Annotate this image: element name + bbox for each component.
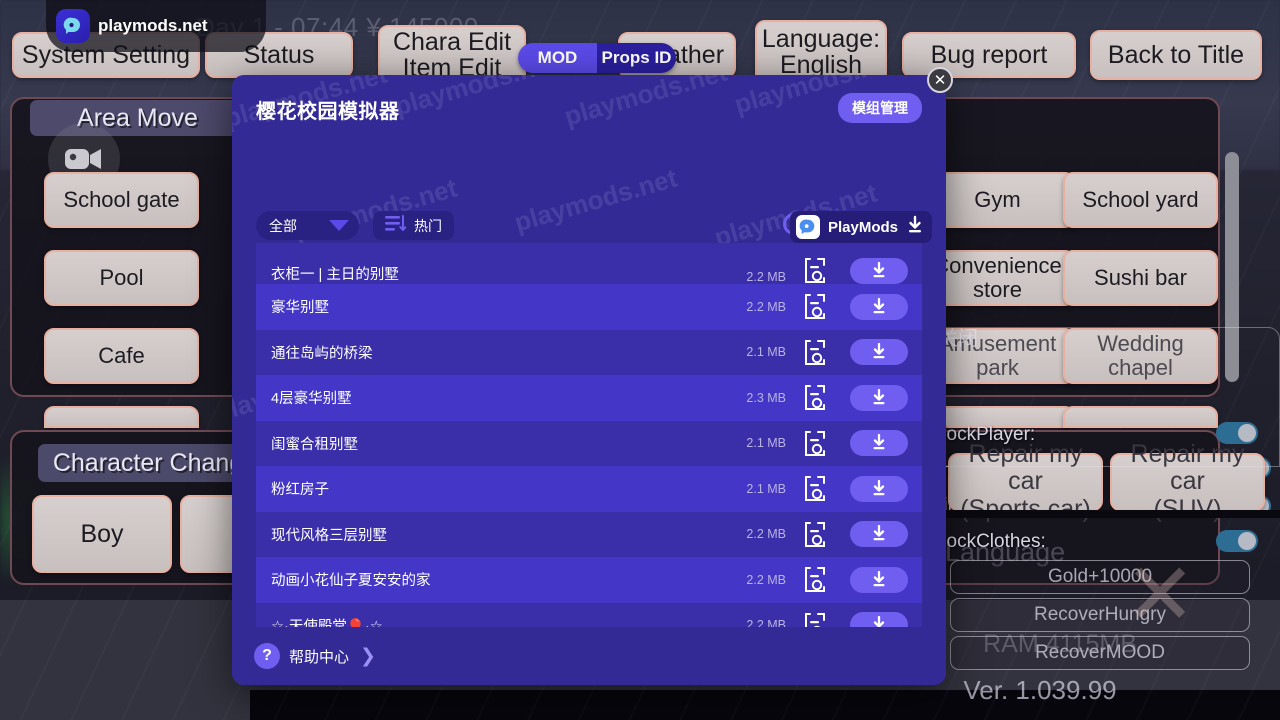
- chevron-right-icon: ❯: [360, 645, 376, 667]
- area-button-sushi-bar-label: Sushi bar: [1094, 265, 1187, 291]
- mod-size: 2.1 MB: [746, 481, 786, 496]
- screen-root: Day 1 - 07:44 ¥ 145000 System Setting St…: [0, 0, 1280, 720]
- character-button-boy[interactable]: Boy: [32, 495, 172, 573]
- button-language-label: Language: English: [761, 24, 881, 79]
- mod-list-row[interactable]: 通往岛屿的桥梁 2.1 MB: [256, 329, 922, 375]
- ground-strip-dark: [250, 690, 1280, 720]
- mod-detail-icon[interactable]: [804, 566, 828, 593]
- character-button-boy-label: Boy: [80, 519, 124, 548]
- tab-mod[interactable]: MOD: [518, 43, 597, 73]
- mod-detail-icon[interactable]: [804, 521, 828, 548]
- playmods-badge-label: PlayMods: [827, 218, 898, 236]
- mod-title: 豪华别墅: [271, 300, 329, 317]
- mod-download-button[interactable]: [850, 293, 908, 320]
- mod-size: 2.1 MB: [746, 345, 786, 360]
- mod-title: 现代风格三层别墅: [271, 527, 387, 544]
- close-modal-button[interactable]: ✕: [927, 67, 953, 93]
- playmods-badge-icon: [795, 215, 820, 239]
- chevron-down-icon: [329, 220, 349, 231]
- close-x-decoration: ✕: [1123, 547, 1197, 643]
- mod-download-button[interactable]: [850, 384, 908, 411]
- playmods-watermark-text: playmods.net: [98, 16, 208, 35]
- area-button-school-yard-label: School yard: [1082, 187, 1199, 213]
- category-dropdown[interactable]: 全部: [256, 211, 359, 240]
- filter-row: 全部 热门: [256, 211, 454, 240]
- cheat-button-gold[interactable]: Gold+10000: [950, 560, 1250, 594]
- ram-label: RAM 4115MB: [983, 630, 1137, 658]
- area-button-school-yard[interactable]: School yard: [1063, 172, 1218, 228]
- mod-title: 通往岛屿的桥梁: [271, 345, 373, 362]
- area-button-cafe-label: Cafe: [98, 343, 145, 369]
- mod-list[interactable]: 衣柜一 | 主日的别墅 2.2 MB 豪华别墅 2.2 MB 通往岛屿的桥梁 2.1 MB…: [256, 243, 922, 685]
- mod-list-row[interactable]: 粉红房子 2.1 MB: [256, 466, 922, 512]
- mod-detail-icon[interactable]: [804, 430, 828, 457]
- modal-title: 樱花校园模拟器: [256, 101, 400, 123]
- button-back-to-title-label: Back to Title: [1107, 40, 1245, 69]
- cheat-button-recover-hungry[interactable]: RecoverHungry: [950, 598, 1250, 632]
- mod-download-button[interactable]: [850, 258, 908, 284]
- tab-props-id[interactable]: Props ID: [597, 43, 676, 73]
- area-button-gym-label: Gym: [974, 187, 1021, 213]
- mod-title: 闺蜜合租别墅: [271, 436, 358, 453]
- help-icon: ?: [254, 643, 280, 669]
- mod-download-button[interactable]: [850, 521, 908, 548]
- mod-download-button[interactable]: [850, 430, 908, 457]
- mod-detail-icon[interactable]: [804, 339, 828, 366]
- mod-list-row[interactable]: 动画小花仙子夏安安的家 2.2 MB: [256, 557, 922, 603]
- area-button-pool[interactable]: Pool: [44, 250, 199, 306]
- area-button-cafe[interactable]: Cafe: [44, 328, 199, 384]
- toggle-unlockclothes[interactable]: [1216, 530, 1258, 552]
- modal-footer: ? 帮助中心 ❯: [232, 627, 946, 685]
- mod-title: 衣柜一 | 主日的别墅: [271, 267, 399, 283]
- mod-title: 4层豪华别墅: [271, 391, 352, 408]
- mod-size: 2.2 MB: [746, 270, 786, 284]
- mod-detail-icon[interactable]: [804, 475, 828, 502]
- sort-button-label: 热门: [414, 217, 442, 234]
- playmods-download-badge[interactable]: PlayMods: [789, 211, 932, 243]
- mod-list-row[interactable]: 闺蜜合租别墅 2.1 MB: [256, 420, 922, 466]
- playmods-watermark: playmods.net: [46, 0, 266, 52]
- category-dropdown-value: 全部: [269, 217, 297, 234]
- button-bug-report-label: Bug report: [930, 40, 1048, 69]
- sort-button[interactable]: 热门: [373, 211, 454, 240]
- button-chara-item-edit-label: Chara Edit Item Edit: [392, 27, 512, 82]
- button-back-to-title[interactable]: Back to Title: [1090, 30, 1262, 80]
- mod-title: 动画小花仙子夏安安的家: [271, 573, 431, 590]
- mod-download-button[interactable]: [850, 339, 908, 366]
- mod-title: 粉红房子: [271, 482, 329, 499]
- mod-list-row[interactable]: 豪华别墅 2.2 MB: [256, 284, 922, 330]
- mod-detail-icon[interactable]: [804, 257, 828, 284]
- ghost-divider: [900, 510, 1280, 518]
- mod-size: 2.1 MB: [746, 436, 786, 451]
- mod-props-toggle[interactable]: MOD Props ID: [518, 43, 676, 73]
- button-bug-report[interactable]: Bug report: [902, 32, 1076, 78]
- mod-list-row[interactable]: 现代风格三层别墅 2.2 MB: [256, 511, 922, 557]
- mod-size: 2.2 MB: [746, 527, 786, 542]
- area-button-school-gate[interactable]: School gate: [44, 172, 199, 228]
- mod-detail-icon[interactable]: [804, 384, 828, 411]
- area-button-school-gate-label: School gate: [63, 187, 180, 213]
- playmods-logo-icon: [56, 9, 90, 43]
- mod-download-button[interactable]: [850, 566, 908, 593]
- mod-size: 2.2 MB: [746, 572, 786, 587]
- sort-list-icon: [385, 215, 407, 236]
- mod-size: 2.3 MB: [746, 390, 786, 405]
- download-arrow-icon[interactable]: [906, 215, 924, 240]
- area-button-partial[interactable]: [44, 406, 199, 428]
- version-label: Ver. 1.039.99: [963, 675, 1117, 705]
- mod-browser-modal: playmods.net playmods.net playmods.net p…: [232, 75, 946, 685]
- area-button-sushi-bar[interactable]: Sushi bar: [1063, 250, 1218, 306]
- help-center-link[interactable]: 帮助中心: [289, 646, 349, 667]
- mod-detail-icon[interactable]: [804, 293, 828, 320]
- mod-download-button[interactable]: [850, 475, 908, 502]
- mod-list-row[interactable]: 4层豪华别墅 2.3 MB: [256, 375, 922, 421]
- mod-manage-button[interactable]: 模组管理: [838, 93, 922, 123]
- mod-size: 2.2 MB: [746, 299, 786, 314]
- area-button-pool-label: Pool: [99, 265, 144, 291]
- mod-list-row[interactable]: 衣柜一 | 主日的别墅 2.2 MB: [256, 243, 922, 284]
